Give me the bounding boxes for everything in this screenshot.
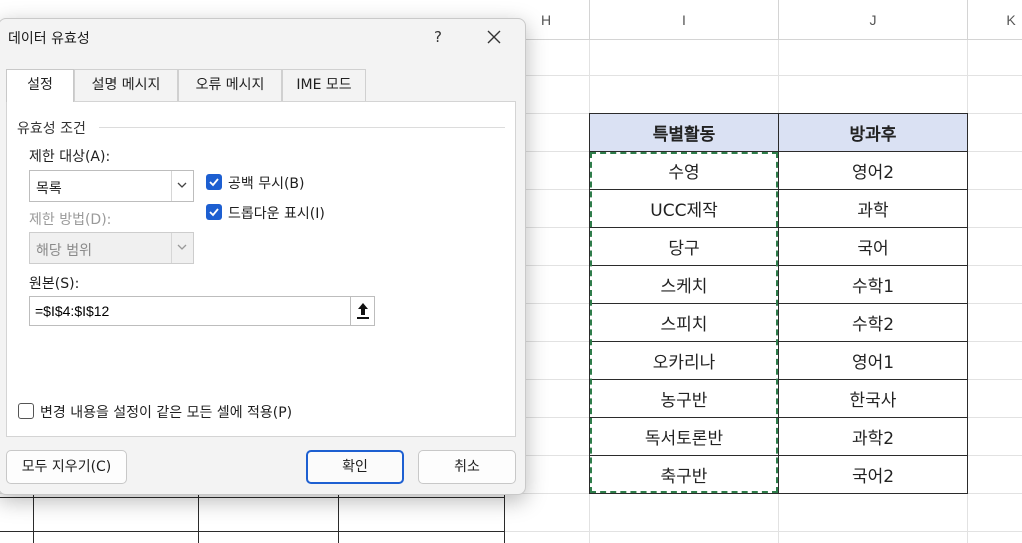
table-row: UCC제작 과학 [589, 189, 968, 228]
tab-settings[interactable]: 설정 [6, 69, 74, 102]
table-header-cell[interactable]: 방과후 [778, 113, 968, 152]
close-icon [487, 30, 501, 44]
dialog-title: 데이터 유효성 [8, 31, 90, 47]
clear-all-button[interactable]: 모두 지우기(C) [6, 450, 127, 484]
table-cell[interactable]: 독서토론반 [589, 417, 779, 456]
table-row: 오카리나 영어1 [589, 341, 968, 380]
settings-panel: 유효성 조건 제한 대상(A): 목록 공백 무시(B) 드롭다운 표시(I) … [6, 101, 516, 437]
allow-label: 제한 대상(A): [29, 149, 111, 165]
column-header-k[interactable]: K [1006, 12, 1015, 28]
table-cell[interactable]: UCC제작 [589, 189, 779, 228]
table-row: 스피치 수학2 [589, 303, 968, 342]
checkbox-unchecked-icon [18, 403, 34, 419]
table-cell[interactable]: 과학2 [778, 417, 968, 456]
table-row: 수영 영어2 [589, 151, 968, 190]
validation-criteria-group-label: 유효성 조건 [17, 118, 92, 138]
table-cell[interactable]: 스피치 [589, 303, 779, 342]
table-cell[interactable]: 수영 [589, 151, 779, 190]
tab-error-alert[interactable]: 오류 메시지 [178, 69, 282, 101]
close-button[interactable] [481, 25, 507, 49]
table-row: 축구반 국어2 [589, 455, 968, 494]
table-cell[interactable]: 수학1 [778, 265, 968, 304]
column-header-i[interactable]: I [682, 12, 686, 28]
data-validation-dialog: 데이터 유효성 ? 설정 설명 메시지 오류 메시지 IME 모드 유효성 조건… [0, 18, 526, 495]
table-row: 스케치 수학1 [589, 265, 968, 304]
table-cell[interactable]: 스케치 [589, 265, 779, 304]
table-cell[interactable]: 축구반 [589, 455, 779, 494]
tab-input-message[interactable]: 설명 메시지 [74, 69, 178, 101]
allow-combobox[interactable]: 목록 [29, 170, 194, 202]
cancel-button[interactable]: 취소 [418, 450, 516, 484]
allow-value: 목록 [36, 181, 62, 197]
column-header-j[interactable]: J [870, 12, 877, 28]
table-cell[interactable]: 국어 [778, 227, 968, 266]
column-header-h[interactable]: H [541, 12, 551, 28]
table-cell[interactable]: 영어2 [778, 151, 968, 190]
checkbox-checked-icon [206, 174, 222, 190]
table-cell[interactable]: 국어2 [778, 455, 968, 494]
table-cell[interactable]: 과학 [778, 189, 968, 228]
table-row: 당구 국어 [589, 227, 968, 266]
data-combobox: 해당 범위 [29, 232, 194, 264]
table-cell[interactable]: 당구 [589, 227, 779, 266]
help-button[interactable]: ? [427, 25, 449, 49]
table-row: 독서토론반 과학2 [589, 417, 968, 456]
source-input[interactable] [29, 296, 351, 326]
ok-button[interactable]: 확인 [306, 450, 404, 484]
table-cell[interactable]: 영어1 [778, 341, 968, 380]
ignore-blank-label: 공백 무시(B) [228, 176, 305, 192]
chevron-down-icon [177, 182, 187, 188]
data-label: 제한 방법(D): [29, 212, 112, 228]
apply-to-all-label: 변경 내용을 설정이 같은 모든 셀에 적용(P) [40, 405, 293, 421]
checkbox-checked-icon [206, 204, 222, 220]
in-cell-dropdown-label: 드롭다운 표시(I) [228, 206, 325, 222]
data-table: 특별활동 방과후 수영 영어2 UCC제작 과학 당구 국어 스케치 수학1 스피치 수학2 오카리나 영… [589, 113, 968, 494]
table-cell[interactable]: 농구반 [589, 379, 779, 418]
table-header-cell[interactable]: 특별활동 [589, 113, 779, 152]
table-cell[interactable]: 수학2 [778, 303, 968, 342]
source-label: 원본(S): [29, 276, 80, 292]
table-row: 농구반 한국사 [589, 379, 968, 418]
range-select-arrow-icon [357, 303, 369, 319]
chevron-down-icon [177, 244, 187, 250]
table-header-row: 특별활동 방과후 [589, 113, 968, 152]
tab-ime-mode[interactable]: IME 모드 [282, 69, 366, 101]
data-value: 해당 범위 [36, 243, 92, 259]
collapse-dialog-button[interactable] [350, 296, 375, 326]
table-cell[interactable]: 한국사 [778, 379, 968, 418]
table-cell[interactable]: 오카리나 [589, 341, 779, 380]
